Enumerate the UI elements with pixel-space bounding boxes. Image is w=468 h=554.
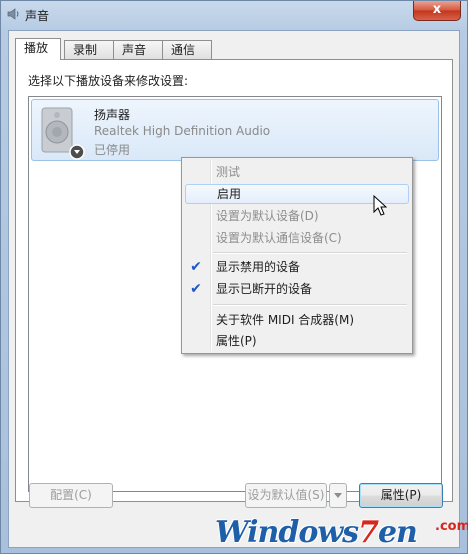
mouse-cursor-icon xyxy=(373,195,387,216)
speaker-title-icon xyxy=(7,8,19,20)
menu-item-set-default-comm[interactable]: 设置为默认通信设备(C) xyxy=(185,228,409,248)
properties-button[interactable]: 属性(P) xyxy=(359,483,443,508)
set-default-dropdown[interactable] xyxy=(329,483,347,508)
window-title: 声音 xyxy=(25,9,50,23)
sound-dialog-window: 声音 x 播放 录制 声音 通信 选择以下播放设备来修改设置: 扬声器 Real… xyxy=(0,0,468,554)
menu-item-test[interactable]: 测试 xyxy=(185,162,409,182)
close-icon: x xyxy=(432,2,442,17)
menu-separator xyxy=(213,252,407,254)
device-name: 扬声器 xyxy=(94,108,131,122)
menu-separator xyxy=(213,304,407,306)
instruction-text: 选择以下播放设备来修改设置: xyxy=(28,74,189,88)
context-menu: 测试 启用 设置为默认设备(D) 设置为默认通信设备(C) ✔ 显示禁用的设备 … xyxy=(181,157,413,354)
tab-communications[interactable]: 通信 xyxy=(162,40,212,59)
speaker-device-icon xyxy=(41,107,85,160)
chevron-down-icon xyxy=(334,493,342,498)
watermark-logo: Windows7en xyxy=(215,515,418,550)
close-button[interactable]: x xyxy=(413,1,461,21)
device-description: Realtek High Definition Audio xyxy=(94,124,271,138)
site-watermark: Windows7en .com xyxy=(209,509,468,553)
tab-recording[interactable]: 录制 xyxy=(64,40,114,59)
configure-button[interactable]: 配置(C) xyxy=(29,483,113,508)
set-default-button[interactable]: 设为默认值(S) xyxy=(245,483,327,508)
menu-item-properties[interactable]: 属性(P) xyxy=(185,331,409,351)
device-list-item-speakers[interactable]: 扬声器 Realtek High Definition Audio 已停用 xyxy=(31,99,439,161)
watermark-domain: .com xyxy=(435,519,468,534)
tab-playback[interactable]: 播放 xyxy=(15,38,61,60)
device-status: 已停用 xyxy=(94,143,131,157)
title-bar[interactable]: 声音 x xyxy=(1,1,467,29)
tab-sounds[interactable]: 声音 xyxy=(113,40,163,59)
menu-item-show-disabled[interactable]: 显示禁用的设备 xyxy=(185,257,409,277)
menu-item-about-midi[interactable]: 关于软件 MIDI 合成器(M) xyxy=(185,310,409,330)
menu-item-show-disconnected[interactable]: 显示已断开的设备 xyxy=(185,279,409,299)
